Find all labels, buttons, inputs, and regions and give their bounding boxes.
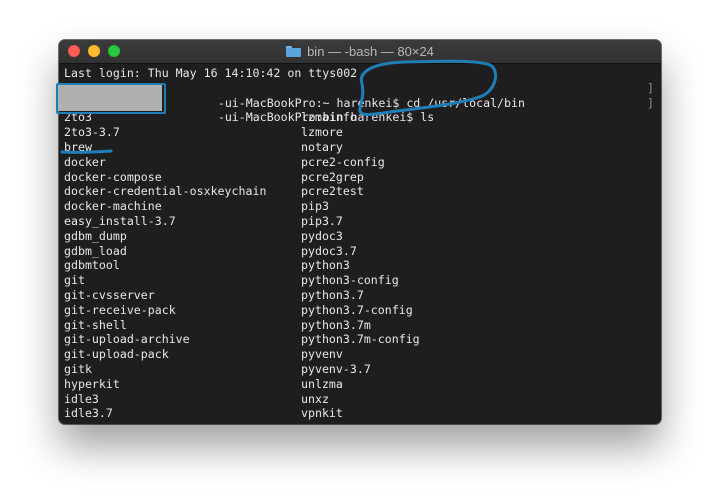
listing-item-pcre2grep: pcre2grep [301,169,364,184]
listing-item-python3-config: python3-config [301,273,399,288]
terminal-output[interactable]: Last login: Thu May 16 14:10:42 on ttys0… [64,66,656,420]
line-wrap-bracket: ] [647,80,654,95]
listing-item-pyvenv-3.7: pyvenv-3.7 [301,362,371,376]
listing-item-gdbm_dump: gdbm_dump [64,228,127,243]
listing-item-docker: docker [64,154,106,169]
listing-item-idle3.7: idle3.7 [64,406,113,421]
command-ls: ls [420,110,435,125]
listing-item-brew: brew [64,140,92,154]
redaction-outline [56,83,166,114]
listing-item-gdbm_load: gdbm_load [64,243,127,258]
listing-item-2to3-3.7: 2to3-3.7 [64,125,120,140]
listing-item-pip3.7: pip3.7 [301,214,343,228]
listing-item-pydoc3.7: pydoc3.7 [301,243,357,258]
listing-item-unlzma: unlzma [301,376,343,391]
listing-item-notary: notary [301,140,343,154]
listing-item-python3: python3 [301,258,350,273]
listing-item-git-upload-archive: git-upload-archive [64,332,190,347]
listing-item-docker-credential-osxkeychain: docker-credential-osxkeychain [64,184,267,199]
listing-item-easy_install-3.7: easy_install-3.7 [64,214,176,228]
listing-item-gitk: gitk [64,362,92,376]
window-title: bin — -bash — 80×24 [59,40,661,63]
listing-item-lzmainfo: lzmainfo [301,110,357,125]
listing-item-hyperkit: hyperkit [64,376,120,391]
line-wrap-bracket: ] [647,95,654,110]
listing-item-python3.7m-config: python3.7m-config [301,332,420,347]
listing-item-docker-compose: docker-compose [64,169,162,184]
screenshot-stage: bin — -bash — 80×24 Last login: Thu May … [0,0,720,503]
listing-item-python3.7-config: python3.7-config [301,302,413,317]
listing-item-pcre2test: pcre2test [301,184,364,199]
listing-item-git-receive-pack: git-receive-pack [64,302,176,317]
folder-icon [286,46,302,57]
title-bar[interactable]: bin — -bash — 80×24 [59,40,661,64]
listing-item-pcre2-config: pcre2-config [301,154,385,169]
listing-item-docker-machine: docker-machine [64,199,162,214]
listing-item-pydoc3: pydoc3 [301,228,343,243]
listing-item-vpnkit: vpnkit [301,406,343,421]
login-line: Last login: Thu May 16 14:10:42 on ttys0… [64,66,358,80]
listing-item-idle3: idle3 [64,391,99,406]
listing-item-lzmore: lzmore [301,125,343,140]
listing-item-pyvenv: pyvenv [301,347,343,362]
listing-item-python3.7m: python3.7m [301,317,371,332]
listing-item-git-cvsserver: git-cvsserver [64,288,155,302]
listing-item-gdbmtool: gdbmtool [64,258,120,273]
listing-item-python3.7: python3.7 [301,288,364,302]
listing-item-pip3: pip3 [301,199,329,214]
window-title-text: bin — -bash — 80×24 [307,44,434,59]
listing-item-git-upload-pack: git-upload-pack [64,347,169,362]
listing-item-unxz: unxz [301,391,329,406]
listing-item-git: git [64,273,85,288]
listing-item-git-shell: git-shell [64,317,127,332]
